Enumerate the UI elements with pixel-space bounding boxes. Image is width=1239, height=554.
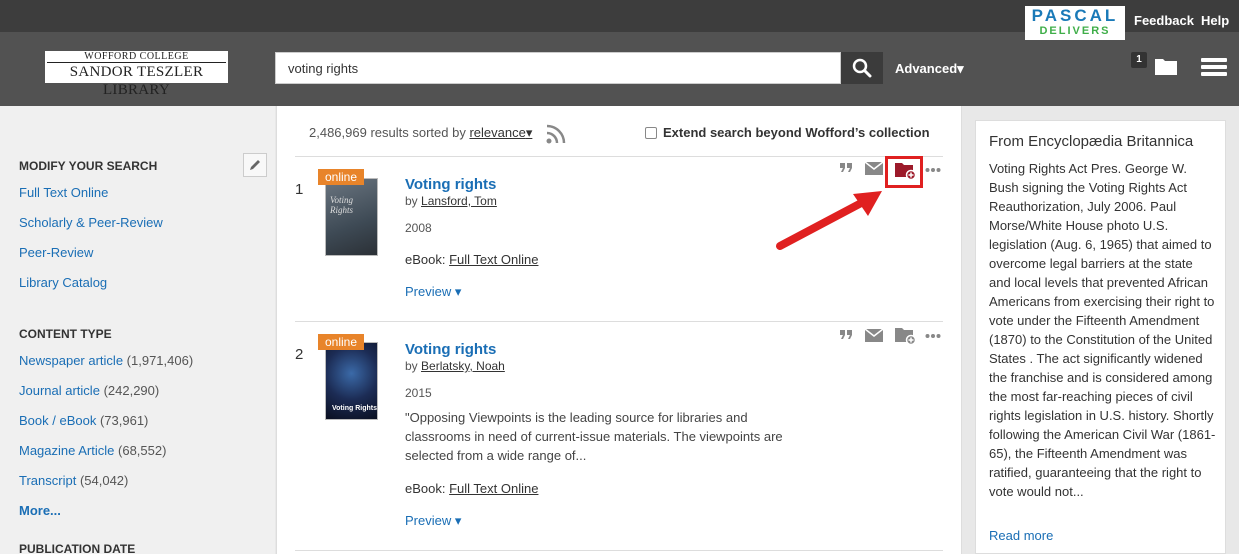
annotation-arrow [776, 191, 882, 250]
pascal-delivers-logo[interactable]: PASCAL DELIVERS [1025, 6, 1125, 40]
pencil-icon [250, 160, 260, 170]
extend-search-checkbox[interactable]: Extend search beyond Wofford’s collectio… [645, 125, 930, 140]
by-label: by [405, 359, 418, 373]
sort-dropdown[interactable]: relevance▾ [469, 125, 532, 140]
result-number: 2 [295, 346, 304, 363]
email-icon[interactable] [864, 328, 884, 345]
more-content-types-link[interactable]: More... [19, 503, 61, 518]
content-type-magazine[interactable]: Magazine Article (68,552) [19, 443, 166, 458]
format-label: eBook: [405, 481, 446, 496]
read-more-link[interactable]: Read more [989, 528, 1053, 543]
result-title-link[interactable]: Voting rights [405, 341, 496, 358]
more-options-icon[interactable] [925, 326, 941, 349]
by-label: by [405, 194, 418, 208]
folder-count-badge: 1 [1131, 52, 1147, 68]
search-button[interactable] [841, 52, 883, 84]
content-type-count: (1,971,406) [126, 353, 194, 368]
format-label: eBook: [405, 252, 446, 267]
checkbox-box[interactable] [645, 126, 657, 139]
feedback-link[interactable]: Feedback [1134, 13, 1194, 28]
result-format: eBook: Full Text Online [405, 481, 538, 496]
result-description: "Opposing Viewpoints is the leading sour… [405, 410, 783, 463]
help-link[interactable]: Help [1201, 13, 1229, 28]
header: WOFFORD COLLEGE SANDOR TESZLER LIBRARY A… [0, 32, 1239, 106]
pascal-logo-line2: DELIVERS [1039, 25, 1111, 37]
content-type-count: (54,042) [79, 473, 129, 488]
publication-date-heading: PUBLICATION DATE [19, 542, 136, 554]
result-number: 1 [295, 181, 304, 198]
online-badge: online [318, 334, 364, 350]
result-title-link[interactable]: Voting rights [405, 176, 496, 193]
cite-icon[interactable] [839, 327, 853, 344]
add-to-folder-icon[interactable] [894, 327, 917, 348]
divider [295, 550, 943, 551]
logo-college: WOFFORD COLLEGE [84, 51, 189, 62]
content-type-book[interactable]: Book / eBook (73,961) [19, 413, 148, 428]
book-cover[interactable]: Voting Rights [325, 342, 378, 420]
content-type-count: (68,552) [118, 443, 167, 458]
content-type-label: Magazine Article [19, 443, 115, 458]
full-text-link[interactable]: Full Text Online [449, 252, 538, 267]
content-type-count: (73,961) [99, 413, 149, 428]
edit-search-button[interactable] [243, 153, 267, 177]
saved-items-folder-icon[interactable] [1154, 56, 1178, 79]
content-type-label: Journal article [19, 383, 100, 398]
content-type-newspaper[interactable]: Newspaper article (1,971,406) [19, 353, 193, 368]
content-type-label: Newspaper article [19, 353, 124, 368]
advanced-search-dropdown[interactable]: Advanced▾ [895, 61, 964, 77]
email-icon[interactable] [864, 161, 884, 178]
preview-toggle[interactable]: Preview ▾ [405, 513, 461, 529]
divider [295, 321, 943, 322]
author-link[interactable]: Berlatsky, Noah [421, 359, 505, 373]
full-text-link[interactable]: Full Text Online [449, 481, 538, 496]
content-type-heading: CONTENT TYPE [19, 327, 112, 341]
logo-library: SANDOR TESZLER LIBRARY [47, 62, 226, 99]
results-summary: 2,486,969 results sorted by relevance▾ [309, 125, 532, 141]
extend-search-label: Extend search beyond Wofford’s collectio… [663, 125, 930, 140]
content-type-label: Book / eBook [19, 413, 97, 428]
book-cover[interactable]: Voting Rights [325, 178, 378, 256]
cite-icon[interactable] [839, 160, 853, 177]
rss-icon[interactable] [546, 124, 566, 147]
content-type-journal[interactable]: Journal article (242,290) [19, 383, 159, 398]
pascal-logo-line1: PASCAL [1031, 6, 1119, 25]
results-pane [276, 106, 962, 554]
content-type-transcript[interactable]: Transcript (54,042) [19, 473, 128, 488]
divider [295, 156, 943, 157]
cover-title: Voting Rights [330, 195, 354, 215]
author-link[interactable]: Lansford, Tom [421, 194, 497, 208]
result-year: 2008 [405, 221, 432, 235]
menu-icon[interactable] [1201, 56, 1227, 81]
filter-library-catalog[interactable]: Library Catalog [19, 275, 107, 290]
cover-title: Voting Rights [332, 405, 377, 412]
search-input[interactable] [275, 52, 841, 84]
britannica-title: From Encyclopædia Britannica [989, 133, 1194, 150]
content-type-label: Transcript [19, 473, 77, 488]
content-type-count: (242,290) [103, 383, 160, 398]
filter-full-text-online[interactable]: Full Text Online [19, 185, 108, 200]
result-year: 2015 [405, 386, 432, 400]
more-options-icon[interactable] [925, 160, 941, 183]
search-icon [852, 58, 872, 78]
filter-peer-review[interactable]: Peer-Review [19, 245, 93, 260]
result-format: eBook: Full Text Online [405, 252, 538, 267]
britannica-text: Voting Rights Act Pres. George W. Bush s… [989, 161, 1216, 499]
result-byline: by Lansford, Tom [405, 194, 497, 208]
modify-search-heading: MODIFY YOUR SEARCH [19, 159, 158, 173]
library-logo[interactable]: WOFFORD COLLEGE SANDOR TESZLER LIBRARY [45, 51, 228, 98]
filter-scholarly-peer-review[interactable]: Scholarly & Peer-Review [19, 215, 163, 230]
results-count: 2,486,969 results sorted by [309, 125, 466, 140]
preview-toggle[interactable]: Preview ▾ [405, 284, 461, 300]
online-badge: online [318, 169, 364, 185]
result-byline: by Berlatsky, Noah [405, 359, 505, 373]
highlight-box [885, 156, 923, 188]
sort-label: relevance [469, 125, 526, 140]
